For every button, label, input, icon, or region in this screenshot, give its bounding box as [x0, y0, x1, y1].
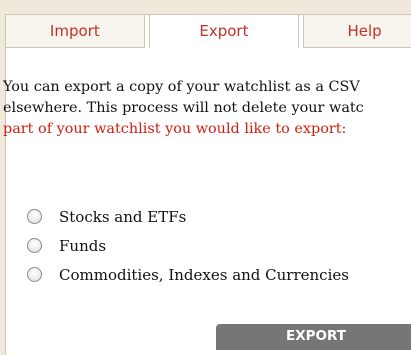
- tab-bar: Import Export Help: [6, 15, 411, 49]
- watchlist-panel: Import Export Help: [5, 14, 411, 355]
- option-funds-label: Funds: [59, 236, 107, 255]
- option-commodities[interactable]: Commodities, Indexes and Currencies: [27, 260, 349, 289]
- option-funds[interactable]: Funds: [27, 231, 349, 260]
- description-line-2: elsewhere. This process will not delete …: [3, 100, 364, 116]
- radio-funds[interactable]: [27, 238, 42, 253]
- export-button[interactable]: EXPORT: [216, 324, 411, 350]
- export-button-label: EXPORT: [286, 328, 346, 344]
- tab-import[interactable]: Import: [6, 15, 145, 48]
- tab-import-label: Import: [49, 22, 100, 40]
- description-instruction: part of your watchlist you would like to…: [3, 121, 347, 137]
- tab-export[interactable]: Export: [148, 15, 300, 48]
- tab-help[interactable]: Help: [303, 15, 411, 48]
- option-stocks-etfs[interactable]: Stocks and ETFs: [27, 202, 349, 231]
- tab-export-label: Export: [199, 22, 249, 40]
- tab-help-label: Help: [347, 22, 382, 40]
- radio-commodities[interactable]: [27, 267, 42, 282]
- description-line-1: You can export a copy of your watchlist …: [3, 79, 360, 95]
- option-stocks-etfs-label: Stocks and ETFs: [59, 207, 187, 226]
- export-options: Stocks and ETFs Funds Commodities, Index…: [27, 202, 349, 289]
- export-description: You can export a copy of your watchlist …: [3, 77, 411, 140]
- option-commodities-label: Commodities, Indexes and Currencies: [59, 265, 349, 284]
- radio-stocks-etfs[interactable]: [27, 209, 42, 224]
